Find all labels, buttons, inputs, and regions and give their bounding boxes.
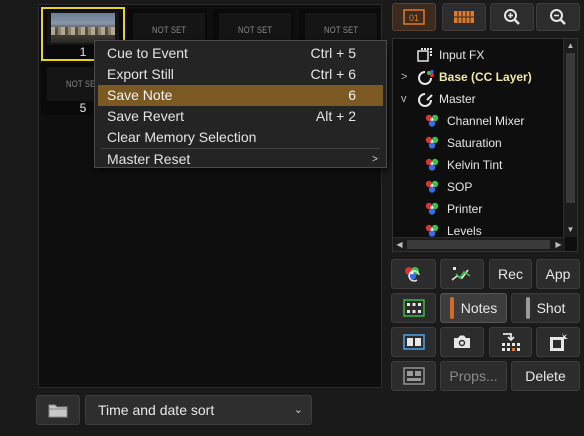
props-button-label: Props... bbox=[449, 368, 498, 384]
export-grid-icon bbox=[501, 333, 520, 351]
rgb-node-icon bbox=[425, 114, 439, 127]
notes-button[interactable]: Notes bbox=[440, 293, 507, 323]
menu-item-shortcut: Alt + 2 bbox=[315, 108, 356, 124]
still-view-button[interactable] bbox=[391, 361, 436, 391]
zoom-in-button[interactable] bbox=[490, 3, 534, 31]
camera-icon bbox=[454, 335, 470, 348]
zoom-in-icon bbox=[504, 9, 520, 25]
menu-item-shortcut: Ctrl + 5 bbox=[310, 45, 356, 61]
still-frame-icon bbox=[402, 367, 425, 385]
scrollbar-thumb[interactable] bbox=[407, 240, 550, 249]
rec-button[interactable]: Rec bbox=[489, 259, 532, 289]
rgb-node-icon bbox=[425, 202, 439, 215]
scroll-down-icon[interactable]: ▼ bbox=[564, 223, 577, 237]
menu-item-clear-memory-selection[interactable]: Clear Memory Selection bbox=[95, 127, 386, 148]
memory-view-button[interactable] bbox=[391, 293, 436, 323]
tree-vertical-scrollbar[interactable]: ▲ ▼ bbox=[563, 39, 577, 237]
rgb-node-icon bbox=[425, 224, 439, 237]
context-menu: Cue to Event Ctrl + 5 Export Still Ctrl … bbox=[94, 40, 387, 168]
compare-icon bbox=[402, 334, 425, 350]
app-button[interactable]: App bbox=[536, 259, 580, 289]
delete-button-label: Delete bbox=[525, 368, 566, 384]
color-picker-button[interactable] bbox=[391, 259, 436, 289]
camera-button[interactable] bbox=[440, 327, 484, 357]
curve-button[interactable] bbox=[440, 259, 484, 289]
notes-active-indicator bbox=[449, 297, 454, 319]
rgb-node-icon bbox=[425, 180, 439, 193]
memory-view-icon bbox=[402, 299, 425, 317]
shot-indicator bbox=[525, 297, 530, 319]
open-folder-button[interactable] bbox=[36, 395, 80, 425]
memory-bank-button[interactable]: 01 bbox=[392, 3, 436, 31]
svg-text:01: 01 bbox=[409, 13, 419, 23]
memory-bank-icon: 01 bbox=[403, 9, 425, 25]
grid-icon bbox=[454, 11, 474, 23]
rec-button-label: Rec bbox=[498, 266, 523, 282]
scroll-right-icon[interactable]: ▶ bbox=[552, 238, 565, 251]
app-button-label: App bbox=[545, 266, 571, 282]
menu-item-cue-to-event[interactable]: Cue to Event Ctrl + 5 bbox=[95, 43, 386, 64]
shot-button-label: Shot bbox=[536, 300, 566, 316]
tree-item-label: Master bbox=[439, 92, 476, 106]
shot-button[interactable]: Shot bbox=[511, 293, 580, 323]
menu-item-save-note[interactable]: Save Note 6 bbox=[98, 85, 383, 106]
menu-item-label: Master Reset bbox=[107, 151, 191, 167]
master-icon bbox=[418, 93, 433, 107]
sort-dropdown[interactable]: Time and date sort ⌄ bbox=[85, 395, 312, 425]
tree-item-label: Input FX bbox=[439, 48, 485, 62]
tree-item-label: Base (CC Layer) bbox=[439, 70, 532, 84]
scrollbar-thumb[interactable] bbox=[566, 53, 575, 203]
menu-item-label: Clear Memory Selection bbox=[107, 129, 257, 145]
zoom-out-button[interactable] bbox=[536, 3, 580, 31]
memory-grid-button[interactable] bbox=[442, 3, 486, 31]
scroll-left-icon[interactable]: ◀ bbox=[393, 238, 406, 251]
menu-item-label: Cue to Event bbox=[107, 45, 188, 61]
scroll-up-icon[interactable]: ▲ bbox=[564, 39, 577, 53]
tree-item-label: Printer bbox=[447, 202, 483, 216]
menu-item-label: Save Note bbox=[107, 87, 173, 103]
not-set-label: NOT SET bbox=[237, 25, 273, 35]
layer-icon bbox=[418, 70, 434, 85]
chevron-down-icon: ⌄ bbox=[293, 404, 303, 416]
still-image bbox=[51, 13, 115, 43]
zoom-out-icon bbox=[550, 9, 566, 25]
not-set-label: NOT SET bbox=[151, 25, 187, 35]
menu-item-shortcut: Ctrl + 6 bbox=[310, 66, 356, 82]
clear-button[interactable] bbox=[536, 327, 580, 357]
tree-item-label: SOP bbox=[447, 180, 473, 194]
clear-memory-icon bbox=[550, 333, 568, 351]
menu-item-master-reset[interactable]: Master Reset > bbox=[95, 149, 386, 170]
menu-item-save-revert[interactable]: Save Revert Alt + 2 bbox=[95, 106, 386, 127]
props-button[interactable]: Props... bbox=[440, 361, 507, 391]
menu-item-label: Save Revert bbox=[107, 108, 185, 124]
menu-item-label: Export Still bbox=[107, 66, 174, 82]
curve-icon bbox=[451, 267, 471, 281]
tree-item-label: Saturation bbox=[447, 136, 502, 150]
collapse-arrow-icon[interactable]: v bbox=[401, 88, 407, 110]
color-node-icon bbox=[404, 267, 420, 282]
tree-horizontal-scrollbar[interactable]: ◀ ▶ bbox=[393, 237, 565, 251]
expand-arrow-icon[interactable]: > bbox=[401, 66, 407, 88]
tree-item-label: Channel Mixer bbox=[447, 114, 525, 128]
folder-icon bbox=[48, 404, 68, 418]
not-set-label: NOT SET bbox=[323, 25, 359, 35]
menu-item-export-still[interactable]: Export Still Ctrl + 6 bbox=[95, 64, 386, 85]
export-grid-button[interactable] bbox=[489, 327, 532, 357]
compare-button[interactable] bbox=[391, 327, 436, 357]
rgb-node-icon bbox=[425, 136, 439, 149]
input-fx-icon bbox=[417, 48, 432, 62]
rgb-node-icon bbox=[425, 158, 439, 171]
sort-dropdown-value: Time and date sort bbox=[98, 402, 215, 418]
notes-button-label: Notes bbox=[460, 300, 498, 316]
delete-button[interactable]: Delete bbox=[511, 361, 580, 391]
menu-item-shortcut: 6 bbox=[348, 87, 356, 103]
submenu-arrow-icon: > bbox=[372, 154, 378, 165]
node-tree: Input FX > Base (CC Layer) v Master Chan… bbox=[392, 38, 578, 252]
tree-item-label: Kelvin Tint bbox=[447, 158, 503, 172]
